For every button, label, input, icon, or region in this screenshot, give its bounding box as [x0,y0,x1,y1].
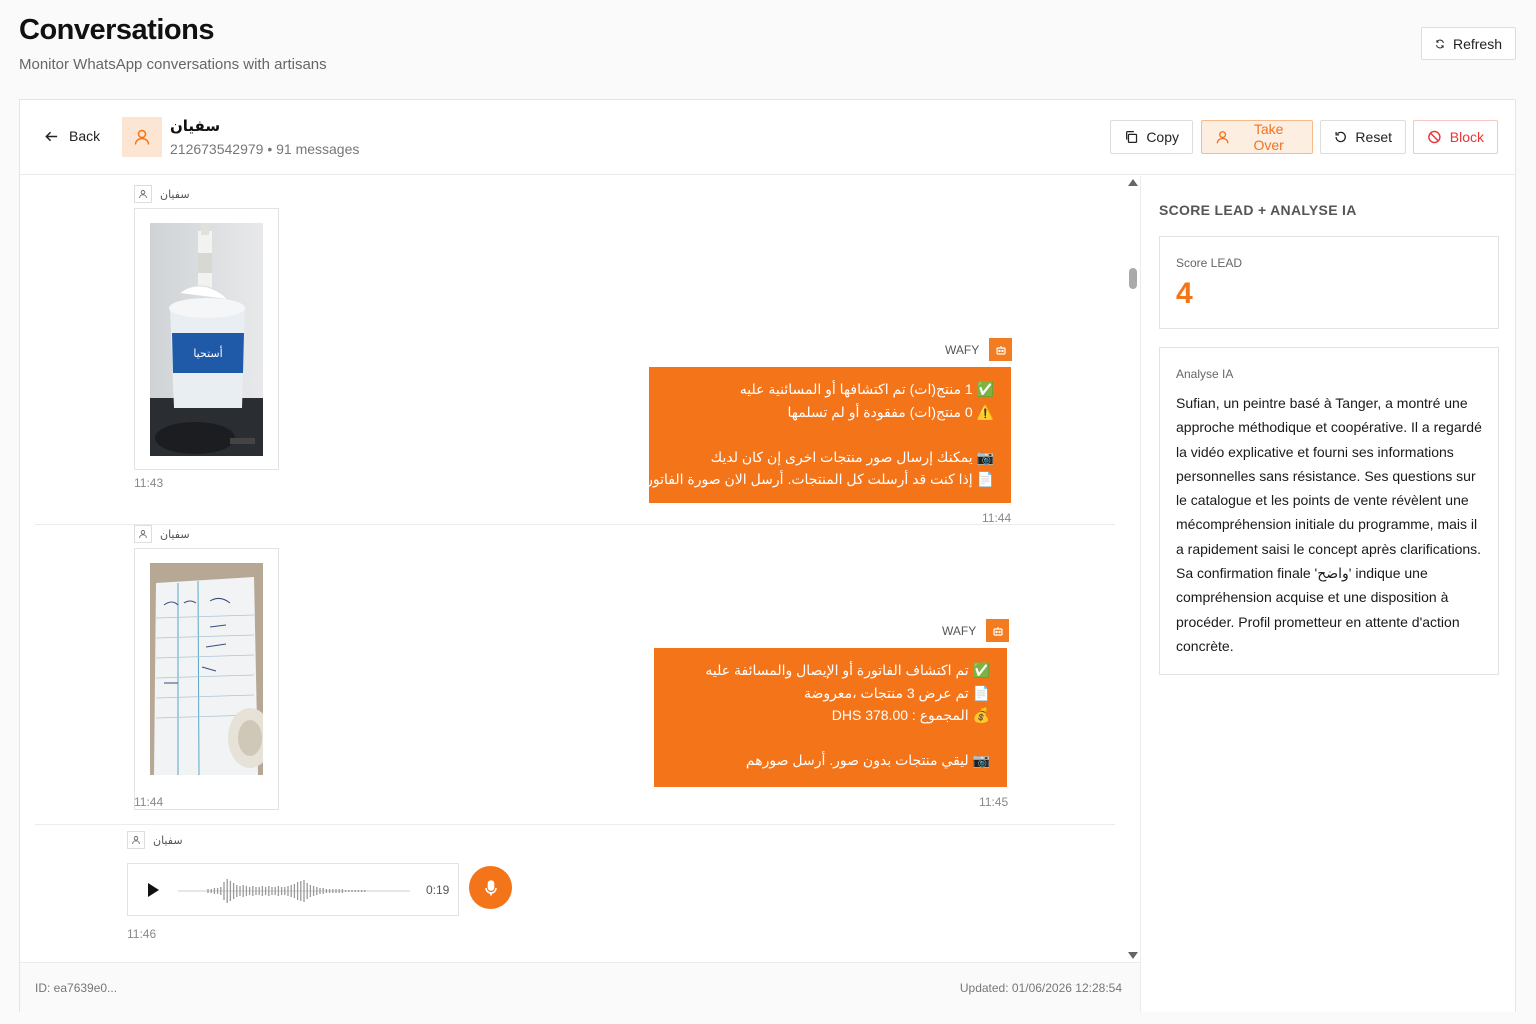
scrollbar[interactable] [1127,180,1141,962]
sender-name: سفيان [153,834,183,847]
receipt-photo [150,563,272,776]
refresh-button[interactable]: Refresh [1421,27,1516,60]
message-time: 11:43 [134,476,164,490]
message-line: 💰 المجموع : DHS 378.00 [831,707,990,723]
scroll-up-icon[interactable] [1128,179,1138,186]
page-title: Conversations [19,14,214,46]
image-attachment[interactable] [134,548,279,810]
analysis-card: Analyse IA Sufian, un peintre basé à Tan… [1159,347,1499,675]
user-icon [134,185,152,203]
message-line: 📷 ليقي منتجات بدون صور. أرسل صورهم [745,752,990,768]
message-line: 📄 إذا كنت قد أرسلت كل المنتجات. أرسل الا… [638,471,994,487]
conversation-panel: Back سفيان 212673542979 • 91 messages Co… [19,99,1516,1012]
bot-sender: WAFY [945,338,1013,361]
message-sender: سفيان [134,185,190,203]
reset-icon [1335,131,1346,143]
copy-button[interactable]: Copy [1110,120,1193,154]
message-divider [35,524,1115,525]
image-attachment[interactable]: ﺃﺳﺘﺤﻴﺎ [134,208,279,470]
user-icon [134,525,152,543]
scroll-down-icon[interactable] [1128,952,1138,959]
block-icon [1428,130,1441,144]
bot-name: WAFY [942,623,977,638]
conversation-header: Back سفيان 212673542979 • 91 messages Co… [20,100,1515,175]
message-line: 📄 تم عرض 3 منتجات ،معروضة [804,684,990,701]
audio-duration: 0:19 [426,883,450,897]
user-icon [134,129,150,145]
message-sender: سفيان [127,831,183,849]
message-line: ⚠️ 0 منتج(ات) مفقودة أو لم تسلمها [787,403,994,420]
waveform[interactable] [178,878,410,904]
score-label: Score LEAD [1176,256,1243,270]
bot-icon [986,619,1010,642]
bot-message-bubble: ✅ 1 منتج(ات) تم اكتشافها أو المسائنية عل… [638,367,1011,503]
bot-name: WAFY [945,342,980,357]
message-line-blank [671,727,990,750]
take-over-button[interactable]: Take Over [1201,120,1313,154]
message-time: 11:44 [134,795,164,809]
analysis-text: Sufian, un peintre basé à Tanger, a mont… [1176,395,1482,654]
analysis-label: Analyse IA [1176,367,1234,381]
sidebar-heading: SCORE LEAD + ANALYSE IA [1159,202,1357,218]
message-line: ✅ 1 منتج(ات) تم اكتشافها أو المسائنية عل… [739,381,994,397]
audio-player: 0:19 [127,863,459,916]
contact-name: سفيان [170,118,221,135]
copy-label: Copy [1146,129,1179,145]
conversations-page: Conversations Monitor WhatsApp conversat… [0,0,1536,1024]
conversation-footer: ID: ea7639e0... Updated: 01/06/2026 12:2… [20,962,1140,1012]
arrow-left-icon [45,131,58,141]
refresh-label: Refresh [1452,35,1502,52]
block-label: Block [1449,129,1484,145]
page-subtitle: Monitor WhatsApp conversations with arti… [19,56,327,73]
sender-name: سفيان [160,188,190,201]
score-value: 4 [1176,277,1193,310]
microphone-icon [484,879,497,895]
bot-sender: WAFY [942,619,1010,642]
refresh-icon [1436,39,1444,48]
message-time: 11:45 [979,795,1009,809]
microphone-button[interactable] [469,866,512,909]
bot-icon [989,338,1013,361]
back-button[interactable]: Back [44,128,100,144]
reset-label: Reset [1355,129,1392,145]
message-divider [35,824,1115,825]
back-label: Back [69,128,101,144]
paint-can-photo: ﺃﺳﺘﺤﻴﺎ [150,223,263,456]
message-line-blank [666,423,994,446]
score-card: Score LEAD 4 [1159,236,1499,329]
message-time: 11:46 [127,927,157,941]
updated-timestamp: Updated: 01/06/2026 12:28:54 [959,981,1122,995]
take-over-label: Take Over [1253,121,1284,153]
copy-icon [1126,131,1138,143]
conversation-id: ID: ea7639e0... [35,981,118,995]
message-time: 11:44 [982,511,1012,525]
reset-button[interactable]: Reset [1320,120,1406,154]
user-icon [127,831,145,849]
user-icon [1216,131,1229,144]
contact-meta: 212673542979 • 91 messages [170,141,360,157]
scrollbar-thumb[interactable] [1129,268,1137,289]
message-line: 📷 يمكنك إرسال صور منتجات اخرى إن كان لدي… [710,448,994,465]
sender-name: سفيان [160,528,190,541]
svg-text:ﺃﺳﺘﺤﻴﺎ: ﺃﺳﺘﺤﻴﺎ [193,345,222,360]
block-button[interactable]: Block [1413,120,1498,154]
lead-analysis-sidebar: SCORE LEAD + ANALYSE IA Score LEAD 4 Ana… [1140,176,1515,1012]
message-line: ✅ تم اكتشاف الفاتورة أو الإيصال والمسائف… [705,662,990,678]
contact-avatar [122,117,162,157]
message-list[interactable]: سفيان ﺃﺳﺘﺤﻴﺎ 11:43 WAFY ✅ 1 منتج(ات) تم … [20,176,1140,962]
message-sender: سفيان [134,525,190,543]
bot-message-bubble: ✅ تم اكتشاف الفاتورة أو الإيصال والمسائف… [654,648,1007,787]
play-icon[interactable] [148,883,159,897]
